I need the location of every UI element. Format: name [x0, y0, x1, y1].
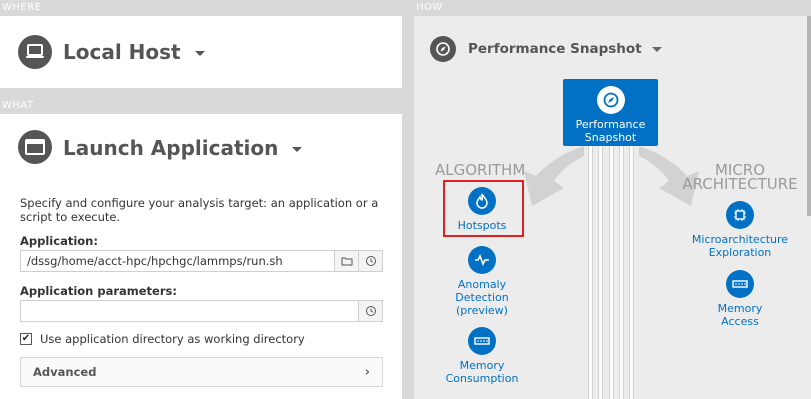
memory-chip-icon: [726, 270, 754, 298]
params-input-row: [20, 300, 383, 322]
analysis-microarchitecture-exploration[interactable]: Microarchitecture Exploration: [685, 201, 795, 259]
what-section-label: WHAT: [2, 100, 34, 111]
micro-architecture-category-label: MICRO ARCHITECTURE: [682, 161, 798, 193]
where-target-dropdown[interactable]: Local Host: [63, 40, 205, 64]
how-panel: Performance Snapshot Performance Snapsho…: [414, 16, 811, 399]
what-launch-dropdown[interactable]: Launch Application: [63, 136, 303, 160]
application-input-row: [20, 250, 383, 272]
application-input[interactable]: [20, 250, 335, 272]
what-panel: Launch Application Specify and configure…: [0, 114, 402, 399]
where-section-label: WHERE: [2, 2, 42, 13]
params-input[interactable]: [20, 300, 359, 322]
cpu-chip-icon: [726, 201, 754, 229]
where-title: Local Host: [63, 40, 181, 64]
use-app-dir-checkbox[interactable]: ✔: [20, 333, 32, 345]
algorithm-category-label: ALGORITHM: [435, 161, 526, 179]
application-window-icon: [18, 130, 52, 164]
advanced-label: Advanced: [33, 365, 97, 379]
memory-chip-icon: [468, 327, 496, 355]
use-app-dir-label: Use application directory as working dir…: [40, 332, 305, 346]
application-label: Application:: [20, 234, 98, 248]
history-button[interactable]: [359, 250, 383, 272]
snapshot-label-line1: Performance: [575, 118, 646, 131]
where-panel: Local Host: [0, 16, 402, 88]
analysis-memory-consumption[interactable]: Memory Consumption: [427, 327, 537, 385]
analysis-memory-access[interactable]: Memory Access: [685, 270, 795, 328]
folder-icon: [341, 257, 352, 266]
history-icon: [365, 306, 376, 316]
history-icon: [365, 256, 376, 266]
compass-icon: [596, 86, 625, 114]
chevron-down-icon: [292, 147, 303, 152]
chevron-right-icon: ›: [364, 364, 370, 380]
how-section-label: HOW: [416, 2, 443, 13]
params-label: Application parameters:: [20, 284, 177, 298]
pulse-icon: [468, 246, 496, 274]
performance-snapshot-box[interactable]: Performance Snapshot: [563, 79, 658, 146]
chevron-down-icon: [194, 51, 205, 56]
analysis-anomaly-detection[interactable]: Anomaly Detection (preview): [427, 246, 537, 317]
params-history-button[interactable]: [359, 300, 383, 322]
browse-folder-button[interactable]: [335, 250, 359, 272]
vertical-scrollbar[interactable]: [807, 16, 811, 216]
flow-pipes: [588, 146, 634, 399]
snapshot-label-line2: Snapshot: [584, 131, 637, 144]
advanced-expander[interactable]: Advanced ›: [20, 357, 383, 387]
what-description: Specify and configure your analysis targ…: [20, 196, 379, 224]
hotspots-highlight-box: [443, 180, 524, 237]
laptop-icon: [18, 35, 52, 69]
use-app-dir-row[interactable]: ✔ Use application directory as working d…: [20, 332, 305, 346]
what-title: Launch Application: [63, 136, 279, 160]
